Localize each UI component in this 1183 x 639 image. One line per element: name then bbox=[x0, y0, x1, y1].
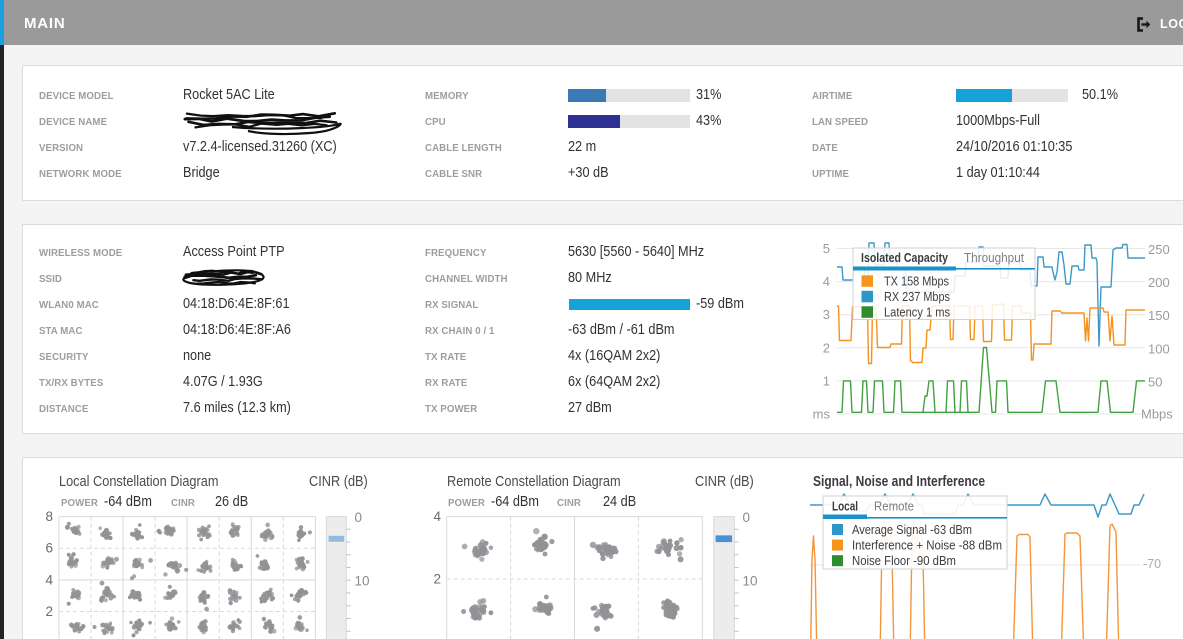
svg-text:3: 3 bbox=[823, 307, 830, 322]
svg-text:Throughput: Throughput bbox=[964, 250, 1024, 265]
svg-text:150: 150 bbox=[1148, 308, 1170, 323]
svg-text:8: 8 bbox=[45, 509, 53, 524]
svg-text:4: 4 bbox=[823, 274, 830, 289]
svg-text:10: 10 bbox=[355, 573, 370, 588]
svg-text:ms: ms bbox=[813, 407, 831, 422]
svg-text:0: 0 bbox=[355, 510, 363, 525]
svg-text:4: 4 bbox=[433, 509, 441, 524]
svg-text:5: 5 bbox=[823, 241, 830, 256]
svg-text:-70: -70 bbox=[1143, 557, 1161, 571]
svg-text:Average Signal -63 dBm: Average Signal -63 dBm bbox=[852, 522, 972, 537]
svg-text:Interference + Noise -88 dBm: Interference + Noise -88 dBm bbox=[852, 538, 1002, 553]
svg-text:200: 200 bbox=[1148, 275, 1170, 290]
svg-text:TX 158 Mbps: TX 158 Mbps bbox=[884, 274, 949, 289]
svg-text:2: 2 bbox=[433, 571, 441, 586]
svg-text:Local: Local bbox=[832, 499, 858, 514]
svg-text:Noise Floor -90 dBm: Noise Floor -90 dBm bbox=[852, 553, 956, 568]
svg-text:250: 250 bbox=[1148, 242, 1170, 257]
svg-text:2: 2 bbox=[45, 604, 53, 619]
svg-text:10: 10 bbox=[743, 573, 758, 588]
svg-text:Mbps: Mbps bbox=[1141, 407, 1173, 422]
svg-text:Remote: Remote bbox=[874, 499, 914, 514]
svg-text:2: 2 bbox=[823, 340, 830, 355]
svg-text:1: 1 bbox=[823, 373, 830, 388]
svg-text:6: 6 bbox=[45, 541, 53, 556]
svg-text:100: 100 bbox=[1148, 341, 1170, 356]
svg-text:Isolated Capacity: Isolated Capacity bbox=[861, 250, 949, 265]
svg-text:RX 237 Mbps: RX 237 Mbps bbox=[884, 289, 950, 304]
svg-text:50: 50 bbox=[1148, 374, 1162, 389]
svg-text:4: 4 bbox=[45, 572, 53, 587]
svg-text:Latency 1 ms: Latency 1 ms bbox=[884, 305, 950, 320]
svg-text:0: 0 bbox=[743, 510, 751, 525]
